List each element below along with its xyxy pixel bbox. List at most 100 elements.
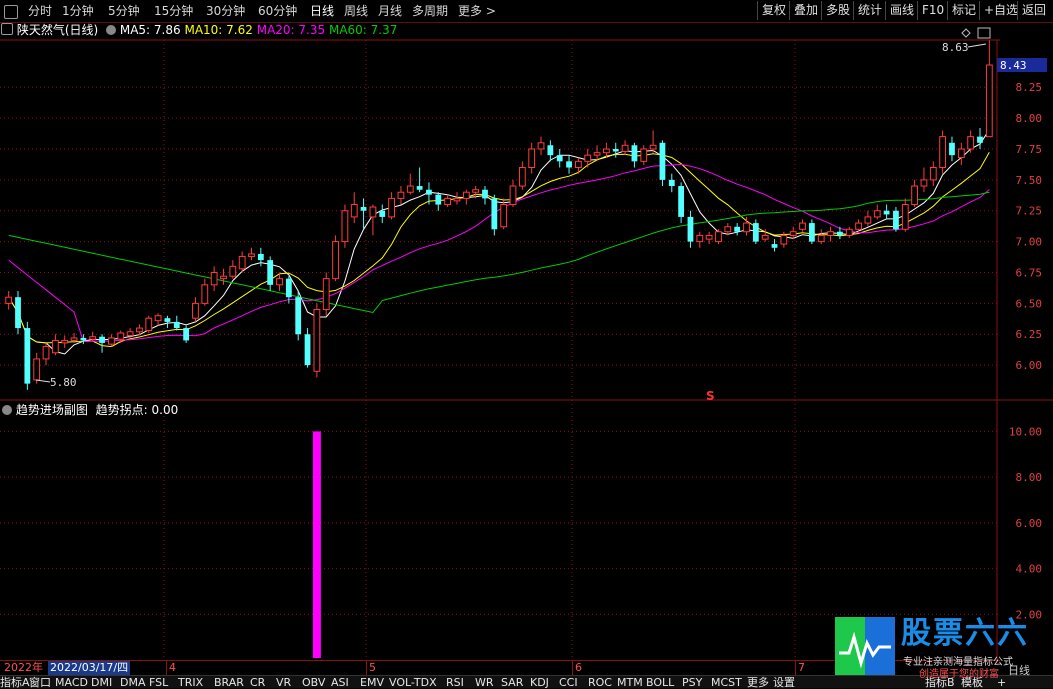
candle-body: [388, 197, 395, 218]
collapse-icon[interactable]: [1, 23, 13, 35]
indicator-tab[interactable]: KDJ: [530, 676, 549, 689]
candle-body: [837, 231, 843, 236]
candle-body: [799, 222, 806, 230]
candle-body: [612, 148, 619, 152]
indicator-tab[interactable]: RSI: [446, 676, 464, 689]
candle-body: [229, 265, 237, 277]
indicator-tab[interactable]: WR: [475, 676, 494, 689]
indicator-tab[interactable]: 设置: [773, 676, 795, 689]
indicator-tab[interactable]: SAR: [501, 676, 523, 689]
indicator-tab[interactable]: VR: [276, 676, 291, 689]
toolbar-button[interactable]: 复权: [757, 1, 790, 20]
candle-body: [267, 260, 274, 285]
period-tab[interactable]: 1分钟: [62, 3, 94, 19]
toolbar-button[interactable]: 标记: [947, 1, 980, 20]
low-price-label: 5.80: [50, 376, 77, 389]
brand-slogan-2: 创造属于您的财富: [919, 669, 999, 680]
indicator-tab[interactable]: 指标A: [0, 676, 30, 689]
period-tab[interactable]: 60分钟: [258, 3, 297, 19]
selected-date: 2022/03/17/四: [48, 661, 131, 675]
period-tab[interactable]: 日线: [310, 3, 334, 19]
indicator-tab[interactable]: ASI: [331, 676, 349, 689]
indicator-tab[interactable]: FSL: [149, 676, 168, 689]
toolbar-button[interactable]: 返回: [1017, 1, 1050, 20]
period-tab[interactable]: 周线: [344, 3, 368, 19]
candle-body: [117, 332, 125, 340]
period-tab[interactable]: 5分钟: [108, 3, 140, 19]
indicator-tab[interactable]: 窗口: [29, 676, 51, 689]
candle-body: [426, 189, 432, 195]
candle-body: [967, 136, 975, 150]
period-tab[interactable]: 30分钟: [206, 3, 245, 19]
period-tab[interactable]: 月线: [378, 3, 402, 19]
period-tab[interactable]: 分时: [28, 3, 52, 19]
indicator-tab[interactable]: CR: [250, 676, 265, 689]
candle-body: [313, 309, 321, 372]
month-label: 6: [572, 661, 582, 675]
brand-logo: 股票六六 专业注亲测海量指标公式 创造属于您的财富: [835, 616, 1050, 680]
candle-body: [500, 204, 508, 228]
brand-name: 股票六六: [901, 616, 1029, 651]
toolbar-button[interactable]: 画线: [885, 1, 918, 20]
indicator-tab[interactable]: CCI: [559, 676, 578, 689]
candle-body: [51, 339, 59, 354]
month-label: 5: [366, 661, 376, 675]
period-tab[interactable]: 多周期: [412, 3, 448, 19]
candle-body: [108, 337, 115, 345]
candle-body: [360, 207, 367, 211]
toolbar-button[interactable]: 统计: [853, 1, 886, 20]
indicator-tab[interactable]: MACD: [55, 676, 88, 689]
month-label: 4: [166, 661, 176, 675]
candle-body: [5, 296, 13, 304]
collapse-ma-icon[interactable]: [106, 25, 117, 35]
sub-tick-label: 6.00: [1016, 517, 1043, 530]
candle-body: [145, 317, 153, 332]
diamond-icon: [961, 28, 971, 38]
candle-body: [687, 216, 694, 242]
candle-body: [192, 302, 199, 319]
indicator-tab[interactable]: OBV: [302, 676, 325, 689]
candle-body: [789, 231, 797, 236]
toolbar-button[interactable]: 叠加: [789, 1, 822, 20]
candle-body: [621, 144, 629, 152]
candle-body: [752, 223, 759, 242]
ma20-line: [8, 163, 990, 343]
candle-body: [341, 210, 349, 243]
indicator-tab[interactable]: EMV: [360, 676, 384, 689]
toolbar-menu-icon[interactable]: [4, 5, 18, 19]
period-tab[interactable]: 更多 >: [458, 3, 496, 19]
high-price-label: 8.63: [942, 41, 969, 54]
indicator-tab[interactable]: BOLL: [646, 676, 674, 689]
candle-body: [574, 160, 582, 169]
indicator-tab[interactable]: TRIX: [178, 676, 203, 689]
indicator-tab[interactable]: 更多: [747, 676, 769, 689]
sub-indicator-legend: 趋势进场副图 趋势拐点: 0.00: [0, 402, 178, 418]
indicator-tab[interactable]: BRAR: [214, 676, 244, 689]
sub-collapse-icon[interactable]: [2, 405, 12, 415]
candle-body: [771, 244, 778, 248]
indicator-tab[interactable]: PSY: [682, 676, 702, 689]
indicator-tab[interactable]: MCST: [711, 676, 742, 689]
period-tab[interactable]: 15分钟: [154, 3, 193, 19]
toolbar-button[interactable]: 多股: [821, 1, 854, 20]
indicator-tab[interactable]: MTM: [617, 676, 643, 689]
indicator-tab[interactable]: DMI: [91, 676, 112, 689]
candle-body: [743, 222, 750, 233]
candle-body: [397, 191, 405, 199]
ma20-label: MA20: 7.35: [256, 23, 326, 37]
indicator-tab[interactable]: ROC: [588, 676, 612, 689]
candle-body: [901, 204, 909, 230]
candle-body: [668, 179, 675, 187]
candle-body: [61, 339, 69, 344]
candle-body: [164, 318, 171, 322]
trend-signal-bar: [312, 431, 321, 658]
indicator-tab[interactable]: VOL-TDX: [389, 676, 437, 689]
candle-body: [15, 297, 21, 329]
toolbar-button[interactable]: +自选: [979, 1, 1022, 20]
indicator-tab[interactable]: DMA: [120, 676, 146, 689]
toolbar-button[interactable]: F10: [917, 1, 948, 20]
candle-body: [855, 222, 862, 230]
candle-body: [80, 337, 87, 341]
candle-body: [99, 336, 105, 343]
candle-body: [547, 145, 554, 156]
